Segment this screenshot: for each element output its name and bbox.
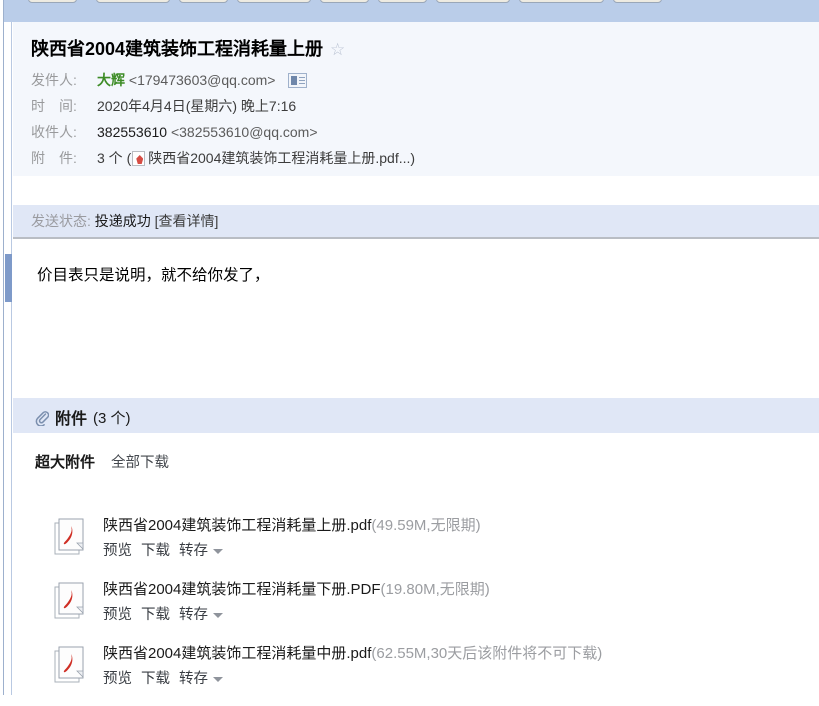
recipient-address: <382553610@qq.com> — [170, 124, 318, 140]
preview-link[interactable]: 预览 — [103, 667, 132, 688]
attachment-count-text: 3 个 ( — [97, 150, 132, 166]
download-link[interactable]: 下载 — [141, 667, 170, 688]
attachments-count: (3 个) — [93, 409, 131, 427]
attachment-name[interactable]: 陕西省2004建筑装饰工程消耗量中册.pdf — [103, 645, 371, 662]
attachments-header: 附件 (3 个) — [13, 398, 819, 433]
mail-reader-window: 返回 行为邮件 撤回 回复全部 转发 删除 彻底删除 拒绝方便... 移动 陕西… — [0, 0, 819, 695]
attachment-item: 陕西省2004建筑装饰工程消耗量上册.pdf(49.59M,无限期) 预览 下载… — [53, 514, 793, 578]
toolbar-button-forward[interactable]: 转发 — [320, 0, 370, 3]
attachment-main: 陕西省2004建筑装饰工程消耗量上册.pdf(49.59M,无限期) — [103, 514, 481, 535]
attachment-actions: 预览 下载 转存 — [103, 603, 223, 624]
mail-header: 陕西省2004建筑装饰工程消耗量上册 ☆ 发件人: 大辉 <179473603@… — [13, 22, 819, 176]
meta-row-to: 收件人: 382553610 <382553610@qq.com> — [31, 119, 771, 145]
big-attachment-row: 超大附件 全部下载 — [35, 451, 169, 472]
toolbar-button-move[interactable]: 移动 — [612, 0, 662, 3]
attachment-name[interactable]: 陕西省2004建筑装饰工程消耗量下册.PDF — [103, 581, 381, 598]
send-status-value: 投递成功 — [94, 213, 151, 229]
time-value: 2020年4月4日(星期六) 晚上7:16 — [97, 98, 297, 114]
view-detail-link[interactable]: [查看详情] — [155, 213, 219, 229]
attachment-actions: 预览 下载 转存 — [103, 539, 223, 560]
chevron-down-icon[interactable] — [213, 677, 223, 682]
big-attachment-label: 超大附件 — [35, 454, 96, 471]
preview-link[interactable]: 预览 — [103, 539, 132, 560]
to-value: 382553610 <382553610@qq.com> — [97, 124, 318, 140]
attachment-summary: 3 个 ( 陕西省2004建筑装饰工程消耗量上册.pdf...) — [97, 148, 415, 168]
recipient-name[interactable]: 382553610 — [97, 124, 167, 140]
save-to-link[interactable]: 转存 — [179, 667, 208, 688]
toolbar-button-recall[interactable]: 撤回 — [179, 0, 229, 3]
mail-body-text: 价目表只是说明，就不给你发了， — [37, 267, 270, 284]
attachment-meta: (19.80M,无限期) — [380, 581, 490, 598]
pdf-file-icon — [53, 582, 87, 622]
sender-name[interactable]: 大辉 — [97, 72, 125, 88]
attachment-label: 附 件: — [31, 150, 77, 166]
toolbar-button-delete[interactable]: 删除 — [378, 0, 428, 3]
attachments-body: 超大附件 全部下载 陕西省2004建筑装饰工程消耗量上册.pdf(49.59M,… — [13, 433, 819, 695]
attachment-item: 陕西省2004建筑装饰工程消耗量下册.PDF(19.80M,无限期) 预览 下载… — [53, 578, 793, 642]
toolbar-button-delete-permanently[interactable]: 彻底删除 — [436, 0, 511, 3]
download-all-link[interactable]: 全部下载 — [111, 451, 169, 472]
contact-card-icon[interactable] — [288, 73, 308, 88]
mail-toolbar: 返回 行为邮件 撤回 回复全部 转发 删除 彻底删除 拒绝方便... 移动 — [0, 0, 819, 22]
attachment-meta: (49.59M,无限期) — [371, 517, 481, 534]
vertical-scrollbar[interactable] — [5, 22, 12, 695]
to-label: 收件人: — [31, 124, 77, 140]
from-label: 发件人: — [31, 72, 77, 88]
pdf-file-icon — [53, 646, 87, 686]
mail-subject: 陕西省2004建筑装饰工程消耗量上册 — [31, 39, 324, 59]
send-status-bar: 发送状态: 投递成功 [查看详情] — [13, 205, 819, 237]
meta-row-from: 发件人: 大辉 <179473603@qq.com> — [31, 67, 771, 93]
subject-row: 陕西省2004建筑装饰工程消耗量上册 ☆ — [31, 35, 345, 61]
attachment-name[interactable]: 陕西省2004建筑装饰工程消耗量上册.pdf — [103, 517, 371, 534]
download-link[interactable]: 下载 — [141, 539, 170, 560]
attachments-panel: 附件 (3 个) 超大附件 全部下载 陕西省2004建筑装饰工程消耗量上册.pd… — [13, 398, 819, 695]
mail-body: 价目表只是说明，就不给你发了， — [13, 239, 819, 396]
paperclip-icon — [35, 410, 50, 427]
mail-meta-fields: 发件人: 大辉 <179473603@qq.com> 时 间: 2020年4月4… — [31, 67, 771, 171]
meta-row-time: 时 间: 2020年4月4日(星期六) 晚上7:16 — [31, 93, 771, 119]
toolbar-button-reject[interactable]: 拒绝方便... — [519, 0, 604, 3]
send-status-inner: 发送状态: 投递成功 [查看详情] — [31, 211, 218, 231]
chevron-down-icon[interactable] — [213, 613, 223, 618]
pdf-file-icon — [53, 518, 87, 558]
toolbar-button-reply-all[interactable]: 回复全部 — [237, 0, 312, 3]
attachments-header-inner: 附件 (3 个) — [35, 405, 131, 429]
preview-link[interactable]: 预览 — [103, 603, 132, 624]
toolbar-button-back[interactable]: 返回 — [28, 0, 78, 3]
toolbar-button-action-mail[interactable]: 行为邮件 — [96, 0, 171, 3]
save-to-link[interactable]: 转存 — [179, 603, 208, 624]
time-label: 时 间: — [31, 98, 77, 114]
attachment-first-name[interactable]: 陕西省2004建筑装饰工程消耗量上册.pdf...) — [148, 150, 415, 166]
chevron-down-icon[interactable] — [213, 549, 223, 554]
attachment-list: 陕西省2004建筑装饰工程消耗量上册.pdf(49.59M,无限期) 预览 下载… — [53, 514, 793, 706]
pdf-file-icon — [132, 151, 146, 166]
attachments-title: 附件 — [55, 411, 88, 428]
attachment-main: 陕西省2004建筑装饰工程消耗量中册.pdf(62.55M,30天后该附件将不可… — [103, 642, 602, 663]
sender-address: <179473603@qq.com> — [128, 72, 276, 88]
star-outline-icon[interactable]: ☆ — [330, 41, 345, 58]
toolbar-button-group: 返回 行为邮件 撤回 回复全部 转发 删除 彻底删除 拒绝方便... 移动 — [0, 0, 662, 4]
download-link[interactable]: 下载 — [141, 603, 170, 624]
attachment-meta: (62.55M,30天后该附件将不可下载) — [371, 645, 603, 662]
attachment-actions: 预览 下载 转存 — [103, 667, 223, 688]
meta-row-attachments: 附 件: 3 个 ( 陕西省2004建筑装饰工程消耗量上册.pdf...) — [31, 145, 771, 171]
send-status-label: 发送状态: — [31, 213, 91, 229]
save-to-link[interactable]: 转存 — [179, 539, 208, 560]
scrollbar-thumb[interactable] — [5, 254, 12, 302]
attachment-item: 陕西省2004建筑装饰工程消耗量中册.pdf(62.55M,30天后该附件将不可… — [53, 642, 793, 706]
from-value: 大辉 <179473603@qq.com> — [97, 70, 308, 90]
window-left-edge — [0, 0, 4, 695]
attachment-main: 陕西省2004建筑装饰工程消耗量下册.PDF(19.80M,无限期) — [103, 578, 490, 599]
